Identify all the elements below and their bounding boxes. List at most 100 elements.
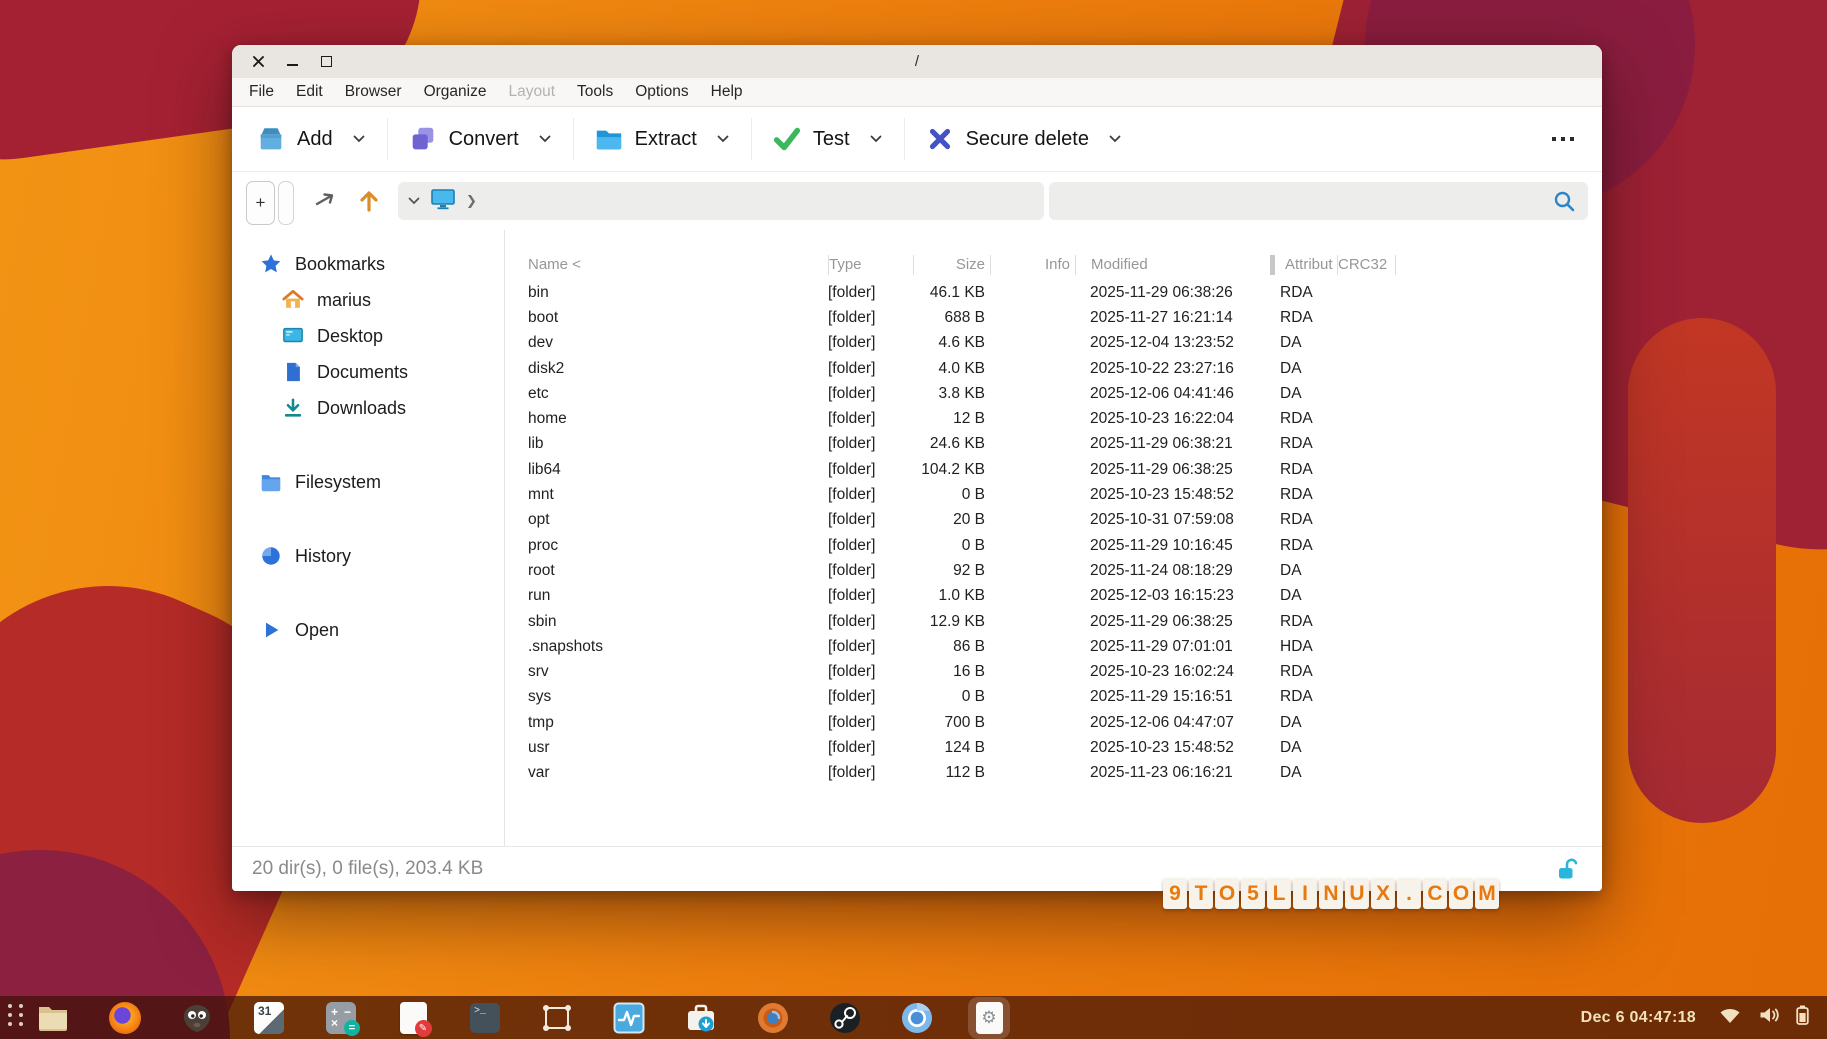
file-row[interactable]: lib64 [folder] 104.2 KB 2025-11-29 06:38…	[505, 457, 1602, 482]
file-modified-cell: 2025-12-06 04:47:07	[1075, 714, 1270, 732]
software-installer-icon[interactable]	[684, 1001, 718, 1035]
taskbar-clock[interactable]: Dec 6 04:47:18	[1581, 1009, 1696, 1027]
file-row[interactable]: etc [folder] 3.8 KB 2025-12-06 04:41:46 …	[505, 381, 1602, 406]
file-attributes-cell: RDA	[1270, 688, 1337, 706]
file-row[interactable]: disk2 [folder] 4.0 KB 2025-10-22 23:27:1…	[505, 356, 1602, 381]
file-size-cell: 112 B	[913, 764, 990, 782]
menu-help[interactable]: Help	[700, 78, 754, 106]
history-pie-icon	[260, 545, 282, 567]
secure-delete-label: Secure delete	[966, 128, 1089, 151]
file-row[interactable]: lib [folder] 24.6 KB 2025-11-29 06:38:21…	[505, 432, 1602, 457]
download-icon	[282, 397, 304, 419]
chevron-down-icon[interactable]	[539, 135, 551, 143]
file-row[interactable]: tmp [folder] 700 B 2025-12-06 04:47:07 D…	[505, 710, 1602, 735]
node-editor-icon[interactable]	[540, 1001, 574, 1035]
file-type-cell: [folder]	[828, 385, 913, 403]
file-row[interactable]: home [folder] 12 B 2025-10-23 16:22:04 R…	[505, 406, 1602, 431]
secure-delete-button[interactable]: Secure delete	[917, 118, 1097, 160]
file-modified-cell: 2025-12-03 16:15:23	[1075, 587, 1270, 605]
menu-options[interactable]: Options	[624, 78, 699, 106]
text-editor-icon[interactable]: ✎	[396, 1001, 430, 1035]
file-row[interactable]: var [folder] 112 B 2025-11-23 06:16:21 D…	[505, 761, 1602, 786]
file-row[interactable]: sys [folder] 0 B 2025-11-29 15:16:51 RDA	[505, 685, 1602, 710]
chevron-down-icon[interactable]	[717, 135, 729, 143]
menu-organize[interactable]: Organize	[413, 78, 498, 106]
calendar-icon[interactable]: 31	[252, 1001, 286, 1035]
add-button[interactable]: Add	[248, 118, 341, 160]
sidebar-item-filesystem[interactable]: Filesystem	[232, 464, 504, 500]
file-row[interactable]: bin [folder] 46.1 KB 2025-11-29 06:38:26…	[505, 280, 1602, 305]
column-header-attributes[interactable]: Attribut	[1270, 255, 1337, 275]
play-icon	[260, 619, 282, 641]
column-header-info[interactable]: Info	[990, 255, 1075, 275]
file-row[interactable]: sbin [folder] 12.9 KB 2025-11-29 06:38:2…	[505, 609, 1602, 634]
go-up-button[interactable]	[358, 189, 380, 213]
unlock-icon[interactable]	[1557, 858, 1578, 886]
file-size-cell: 700 B	[913, 714, 990, 732]
test-button[interactable]: Test	[764, 118, 858, 160]
sidebar-item-bookmarks[interactable]: Bookmarks	[232, 246, 504, 282]
search-input[interactable]	[1049, 182, 1588, 220]
file-row[interactable]: srv [folder] 16 B 2025-10-23 16:02:24 RD…	[505, 659, 1602, 684]
extract-button[interactable]: Extract	[586, 118, 705, 160]
file-row[interactable]: boot [folder] 688 B 2025-11-27 16:21:14 …	[505, 305, 1602, 330]
column-header-size[interactable]: Size	[913, 255, 990, 275]
file-size-cell: 688 B	[913, 309, 990, 327]
battery-icon[interactable]	[1796, 1005, 1809, 1030]
watermark-letter: 5	[1241, 878, 1265, 909]
file-type-cell: [folder]	[828, 714, 913, 732]
file-row[interactable]: root [folder] 92 B 2025-11-24 08:18:29 D…	[505, 558, 1602, 583]
volume-icon[interactable]	[1758, 1006, 1780, 1029]
sidebar-item-desktop[interactable]: Desktop	[232, 318, 504, 354]
menu-file[interactable]: File	[238, 78, 285, 106]
file-row[interactable]: dev [folder] 4.6 KB 2025-12-04 13:23:52 …	[505, 331, 1602, 356]
gimp-icon[interactable]	[180, 1001, 214, 1035]
sidebar-item-history[interactable]: History	[232, 538, 504, 574]
column-header-crc32[interactable]: CRC32	[1337, 255, 1395, 275]
settings-icon[interactable]: ⚙	[972, 1001, 1006, 1035]
chevron-down-icon[interactable]	[1109, 135, 1121, 143]
wifi-icon[interactable]	[1718, 1006, 1742, 1029]
file-row[interactable]: mnt [folder] 0 B 2025-10-23 15:48:52 RDA	[505, 482, 1602, 507]
file-row[interactable]: proc [folder] 0 B 2025-11-29 10:16:45 RD…	[505, 533, 1602, 558]
app-launcher-button[interactable]	[8, 1004, 24, 1031]
column-header-type[interactable]: Type	[828, 255, 913, 275]
toolbar-overflow-button[interactable]	[1552, 137, 1574, 141]
firefox-icon[interactable]	[108, 1001, 142, 1035]
file-modified-cell: 2025-12-06 04:41:46	[1075, 385, 1270, 403]
chevron-down-icon[interactable]	[408, 192, 420, 210]
new-tab-button[interactable]: +	[246, 181, 275, 225]
chevron-down-icon[interactable]	[870, 135, 882, 143]
sidebar-item-home[interactable]: marius	[232, 282, 504, 318]
menu-edit[interactable]: Edit	[285, 78, 334, 106]
sidebar-item-downloads[interactable]: Downloads	[232, 390, 504, 426]
go-forward-button[interactable]	[314, 190, 338, 212]
terminal-icon[interactable]: >_	[468, 1001, 502, 1035]
sidebar-item-open[interactable]: Open	[232, 612, 504, 648]
file-size-cell: 4.0 KB	[913, 360, 990, 378]
titlebar[interactable]: /	[232, 45, 1602, 78]
system-monitor-icon[interactable]	[612, 1001, 646, 1035]
steam-icon[interactable]	[828, 1001, 862, 1035]
sidebar-item-documents[interactable]: Documents	[232, 354, 504, 390]
file-type-cell: [folder]	[828, 360, 913, 378]
chromium-icon[interactable]	[900, 1001, 934, 1035]
file-row[interactable]: opt [folder] 20 B 2025-10-31 07:59:08 RD…	[505, 508, 1602, 533]
menu-browser[interactable]: Browser	[334, 78, 413, 106]
file-row[interactable]: run [folder] 1.0 KB 2025-12-03 16:15:23 …	[505, 584, 1602, 609]
file-name-cell: mnt	[505, 486, 828, 504]
computer-icon[interactable]	[430, 187, 456, 216]
file-manager-icon[interactable]	[36, 1001, 70, 1035]
convert-button[interactable]: Convert	[400, 118, 527, 160]
menu-tools[interactable]: Tools	[566, 78, 624, 106]
tab[interactable]	[278, 181, 294, 225]
photo-viewer-icon[interactable]	[756, 1001, 790, 1035]
breadcrumb-bar[interactable]: ❯	[398, 182, 1044, 220]
calculator-icon[interactable]: + − × =	[324, 1001, 358, 1035]
column-header-modified[interactable]: Modified	[1075, 255, 1270, 275]
file-row[interactable]: usr [folder] 124 B 2025-10-23 15:48:52 D…	[505, 735, 1602, 760]
column-header-name[interactable]: Name <	[505, 255, 828, 275]
file-row[interactable]: .snapshots [folder] 86 B 2025-11-29 07:0…	[505, 634, 1602, 659]
chevron-down-icon[interactable]	[353, 135, 365, 143]
toolbar-separator	[387, 118, 388, 160]
